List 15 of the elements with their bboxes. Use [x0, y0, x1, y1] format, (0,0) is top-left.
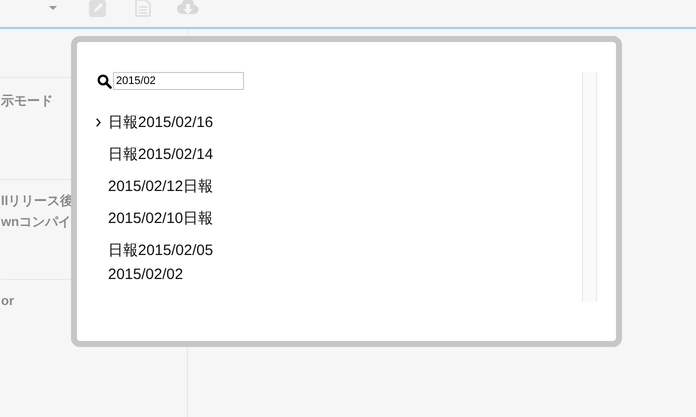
result-item[interactable]: 日報2015/02/16 — [96, 112, 582, 132]
result-item[interactable]: 2015/02/10日報 — [96, 208, 582, 228]
search-field[interactable]: 2015/02 — [113, 72, 244, 90]
sidebar-text: or — [1, 292, 14, 310]
cloud-download-icon[interactable] — [176, 0, 198, 16]
result-item[interactable]: 日報2015/02/14 — [96, 144, 582, 164]
document-icon[interactable] — [134, 0, 150, 16]
sidebar-text: 示モード — [1, 92, 53, 110]
sidebar-text: wnコンパイ — [1, 213, 72, 231]
pencil-icon[interactable] — [88, 0, 106, 16]
result-item[interactable]: 日報2015/02/05 — [96, 240, 582, 260]
result-item[interactable]: 2015/02/12日報 — [96, 176, 582, 196]
search-icon — [97, 74, 112, 88]
result-item[interactable]: 2015/02/02 — [96, 264, 582, 284]
caret-icon[interactable] — [48, 4, 58, 10]
